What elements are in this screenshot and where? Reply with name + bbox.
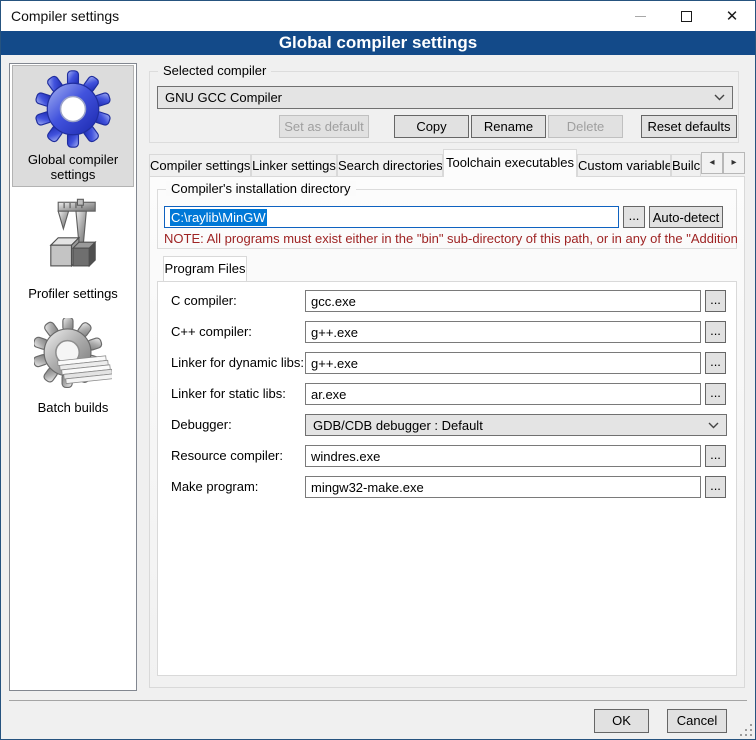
resource-compiler-input[interactable]: windres.exe [305, 445, 701, 467]
linker-static-label: Linker for static libs: [171, 386, 286, 401]
make-program-label: Make program: [171, 479, 258, 494]
resize-grip[interactable] [740, 724, 752, 736]
c-compiler-label: C compiler: [171, 293, 237, 308]
c-compiler-input[interactable]: gcc.exe [305, 290, 701, 312]
caliper-icon [36, 198, 110, 282]
cancel-button[interactable]: Cancel [667, 709, 727, 733]
sidebar-item-label: Global compiler settings [13, 152, 133, 182]
ok-button[interactable]: OK [594, 709, 649, 733]
page-title: Global compiler settings [1, 31, 755, 55]
c-compiler-value: gcc.exe [311, 294, 356, 309]
debugger-select[interactable]: GDB/CDB debugger : Default [305, 414, 727, 436]
window-title: Compiler settings [11, 8, 119, 24]
titlebar: Compiler settings ✕ [1, 1, 755, 31]
c-compiler-browse-button[interactable]: ... [705, 290, 726, 312]
cpp-compiler-value: g++.exe [311, 325, 358, 340]
linker-dynamic-input[interactable]: g++.exe [305, 352, 701, 374]
close-icon: ✕ [726, 9, 739, 24]
gray-gear-builds-icon [34, 318, 112, 396]
tab-toolchain-executables[interactable]: Toolchain executables [443, 149, 577, 177]
cpp-compiler-input[interactable]: g++.exe [305, 321, 701, 343]
sidebar-item-global-compiler-settings[interactable]: Global compiler settings [12, 65, 134, 187]
resource-compiler-browse-button[interactable]: ... [705, 445, 726, 467]
debugger-select-value: GDB/CDB debugger : Default [313, 418, 708, 433]
rename-button[interactable]: Rename [471, 115, 546, 138]
chevron-down-icon [708, 422, 719, 429]
maximize-icon [681, 11, 692, 22]
tab-compiler-settings[interactable]: Compiler settings [149, 154, 251, 176]
close-button[interactable]: ✕ [709, 1, 755, 31]
set-as-default-button[interactable]: Set as default [279, 115, 369, 138]
resource-compiler-label: Resource compiler: [171, 448, 283, 463]
resource-compiler-value: windres.exe [311, 449, 380, 464]
tab-build-options-clipped[interactable]: Builc [671, 154, 701, 176]
linker-static-value: ar.exe [311, 387, 346, 402]
tab-scroll-right-button[interactable]: ▸ [723, 152, 745, 174]
linker-static-browse-button[interactable]: ... [705, 383, 726, 405]
linker-dynamic-label: Linker for dynamic libs: [171, 355, 304, 370]
chevron-down-icon [714, 94, 725, 101]
blue-gear-icon [34, 70, 112, 148]
delete-button[interactable]: Delete [548, 115, 623, 138]
installation-directory-browse-button[interactable]: ... [623, 206, 645, 228]
debugger-label: Debugger: [171, 417, 232, 432]
linker-static-input[interactable]: ar.exe [305, 383, 701, 405]
tab-search-directories[interactable]: Search directories [337, 154, 443, 176]
linker-dynamic-value: g++.exe [311, 356, 358, 371]
sidebar-item-profiler-settings[interactable]: Profiler settings [12, 192, 134, 302]
sidebar-item-label: Profiler settings [12, 286, 134, 301]
maximize-button[interactable] [663, 1, 709, 31]
settings-category-list: Global compiler settings [9, 63, 137, 691]
compiler-select[interactable]: GNU GCC Compiler [157, 86, 733, 109]
footer-divider [9, 700, 747, 701]
cpp-compiler-label: C++ compiler: [171, 324, 252, 339]
reset-defaults-button[interactable]: Reset defaults [641, 115, 737, 138]
installation-directory-note: NOTE: All programs must exist either in … [164, 231, 737, 246]
installation-directory-input[interactable]: C:\raylib\MinGW [164, 206, 619, 228]
sidebar-item-batch-builds[interactable]: Batch builds [12, 312, 134, 422]
minimize-icon [635, 16, 646, 17]
compiler-select-value: GNU GCC Compiler [165, 90, 714, 105]
cpp-compiler-browse-button[interactable]: ... [705, 321, 726, 343]
auto-detect-button[interactable]: Auto-detect [649, 206, 723, 228]
minimize-button[interactable] [617, 1, 663, 31]
tab-scroll-left-icon: ◂ [709, 157, 714, 168]
selected-compiler-legend: Selected compiler [158, 63, 271, 78]
make-program-value: mingw32-make.exe [311, 480, 424, 495]
linker-dynamic-browse-button[interactable]: ... [705, 352, 726, 374]
installation-directory-legend: Compiler's installation directory [166, 181, 356, 196]
tab-linker-settings[interactable]: Linker settings [251, 154, 337, 176]
tab-scroll-right-icon: ▸ [731, 157, 736, 168]
make-program-input[interactable]: mingw32-make.exe [305, 476, 701, 498]
installation-directory-value: C:\raylib\MinGW [170, 209, 267, 226]
make-program-browse-button[interactable]: ... [705, 476, 726, 498]
sidebar-item-label: Batch builds [12, 400, 134, 415]
tab-scroll-left-button[interactable]: ◂ [701, 152, 723, 174]
copy-button[interactable]: Copy [394, 115, 469, 138]
compiler-settings-dialog: Compiler settings ✕ Global compiler sett… [0, 0, 756, 740]
tab-custom-variables[interactable]: Custom variables [577, 154, 671, 176]
subtab-program-files[interactable]: Program Files [163, 256, 247, 281]
